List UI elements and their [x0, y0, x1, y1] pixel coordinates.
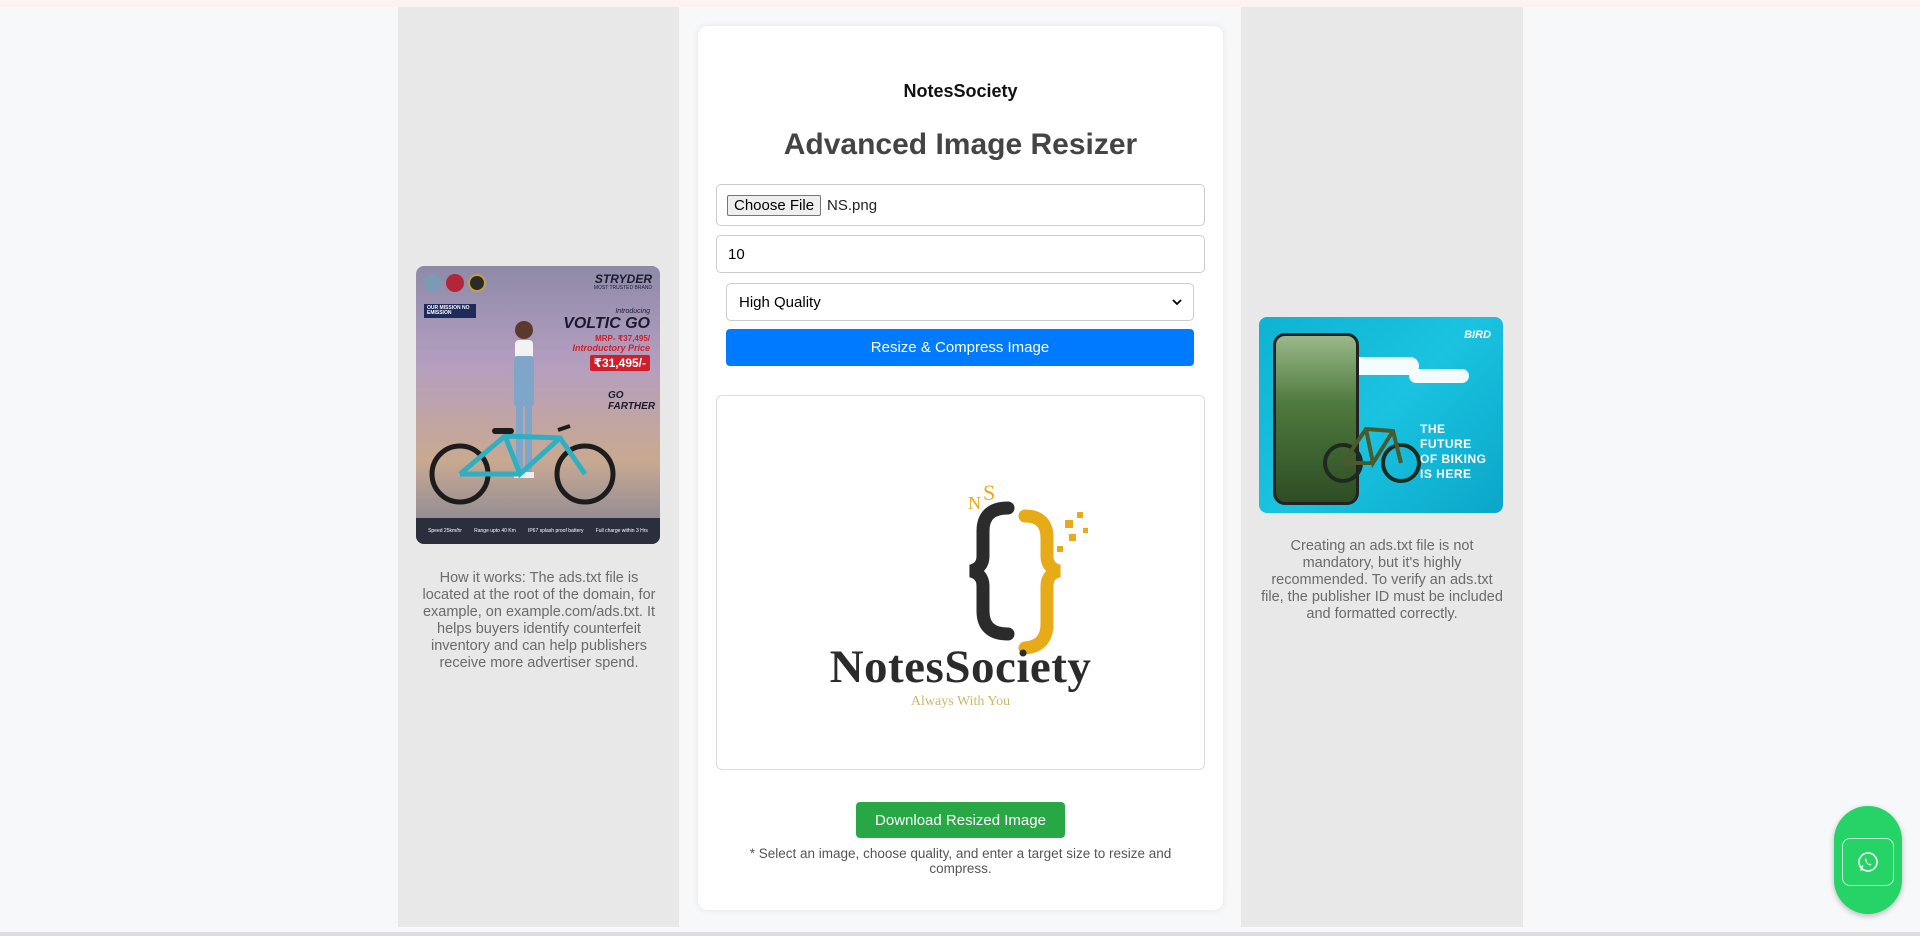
stryder-ad-banner[interactable]: STRYDER MOST TRUSTED BRAND OUR MISSION N…: [416, 266, 660, 544]
ads-txt-recommendation-text: Creating an ads.txt file is not mandator…: [1261, 538, 1503, 622]
top-strip: [0, 0, 1920, 7]
selected-file-name: NS.png: [827, 196, 878, 214]
ad-features-bar: Speed 25km/hr Range upto 40 Km IP67 spla…: [416, 518, 660, 544]
ad-feature: Full charge within 3 Hrs: [595, 528, 648, 534]
file-input[interactable]: Choose File NS.png: [716, 184, 1205, 226]
ad-mrp: MRP- ₹37,495/: [595, 334, 650, 343]
image-preview: N S NotesSociety Always With You: [716, 395, 1205, 770]
ad-brand: STRYDER: [594, 272, 652, 286]
right-sidebar: BIRD THE FUTURE OF BIKING IS HERE Creati…: [1241, 7, 1523, 927]
resize-compress-button[interactable]: Resize & Compress Image: [726, 329, 1194, 366]
ad-feature: Range upto 40 Km: [474, 528, 516, 534]
download-resized-button[interactable]: Download Resized Image: [856, 802, 1065, 838]
ad-brand-sub: MOST TRUSTED BRAND: [593, 285, 652, 291]
quality-selected-value: High Quality: [739, 293, 821, 311]
bottom-strip: [0, 932, 1920, 936]
ad-product-name: VOLTIC GO: [563, 315, 650, 332]
ads-txt-info-text: How it works: The ads.txt file is locate…: [422, 570, 656, 671]
chevron-down-icon: [1172, 299, 1182, 306]
bicycle-icon: [429, 424, 616, 505]
award-badge-icon: [468, 274, 486, 292]
logo-n-letter: N: [968, 493, 981, 513]
ad-tagline-line: THE: [1420, 422, 1446, 436]
ad-tagline: THE FUTURE OF BIKING IS HERE: [1420, 422, 1487, 482]
ad-brand: BIRD: [1464, 329, 1491, 341]
whatsapp-float-button[interactable]: [1834, 806, 1902, 914]
quality-select[interactable]: High Quality: [726, 283, 1194, 321]
ad-mission-badge: OUR MISSION NO EMISSION: [424, 304, 476, 318]
award-badge-icon: [424, 274, 442, 292]
ad-offer: Introducing VOLTIC GO MRP- ₹37,495/ Intr…: [540, 308, 650, 372]
choose-file-button[interactable]: Choose File: [727, 194, 822, 216]
help-note: * Select an image, choose quality, and e…: [749, 846, 1172, 876]
site-brand[interactable]: NotesSociety: [698, 81, 1223, 102]
ad-award-logos: [424, 274, 486, 292]
bird-ad-banner[interactable]: BIRD THE FUTURE OF BIKING IS HERE: [1259, 317, 1503, 513]
cloud-shape: [1409, 369, 1469, 383]
award-badge-icon: [446, 274, 464, 292]
cloud-shape: [1349, 357, 1419, 375]
ad-tagline-line: FUTURE: [1420, 437, 1472, 451]
ad-price: ₹31,495/-: [589, 355, 650, 371]
whatsapp-icon-frame: [1842, 838, 1894, 886]
resizer-card: NotesSociety Advanced Image Resizer Choo…: [698, 26, 1223, 910]
ad-tagline-line: IS HERE: [1420, 467, 1472, 481]
ad-intro-label: Introducing: [615, 308, 650, 315]
target-size-input[interactable]: [716, 235, 1205, 273]
bicycle-icon: [1323, 426, 1421, 483]
page-title: Advanced Image Resizer: [783, 128, 1138, 161]
left-sidebar: STRYDER MOST TRUSTED BRAND OUR MISSION N…: [398, 7, 679, 927]
ad-feature: IP67 splash proof battery: [527, 528, 584, 534]
ad-slogan: GO FARTHER: [608, 390, 656, 412]
ad-feature: Speed 25km/hr: [428, 528, 462, 534]
ad-tagline-line: OF BIKING: [1420, 452, 1487, 466]
logo-tagline: Always With You: [910, 694, 1011, 709]
ad-intro-price-label: Introductory Price: [572, 343, 650, 353]
whatsapp-icon: [1858, 852, 1878, 872]
logo-wordmark: NotesSociety: [829, 641, 1092, 693]
logo-s-letter: S: [983, 480, 995, 505]
